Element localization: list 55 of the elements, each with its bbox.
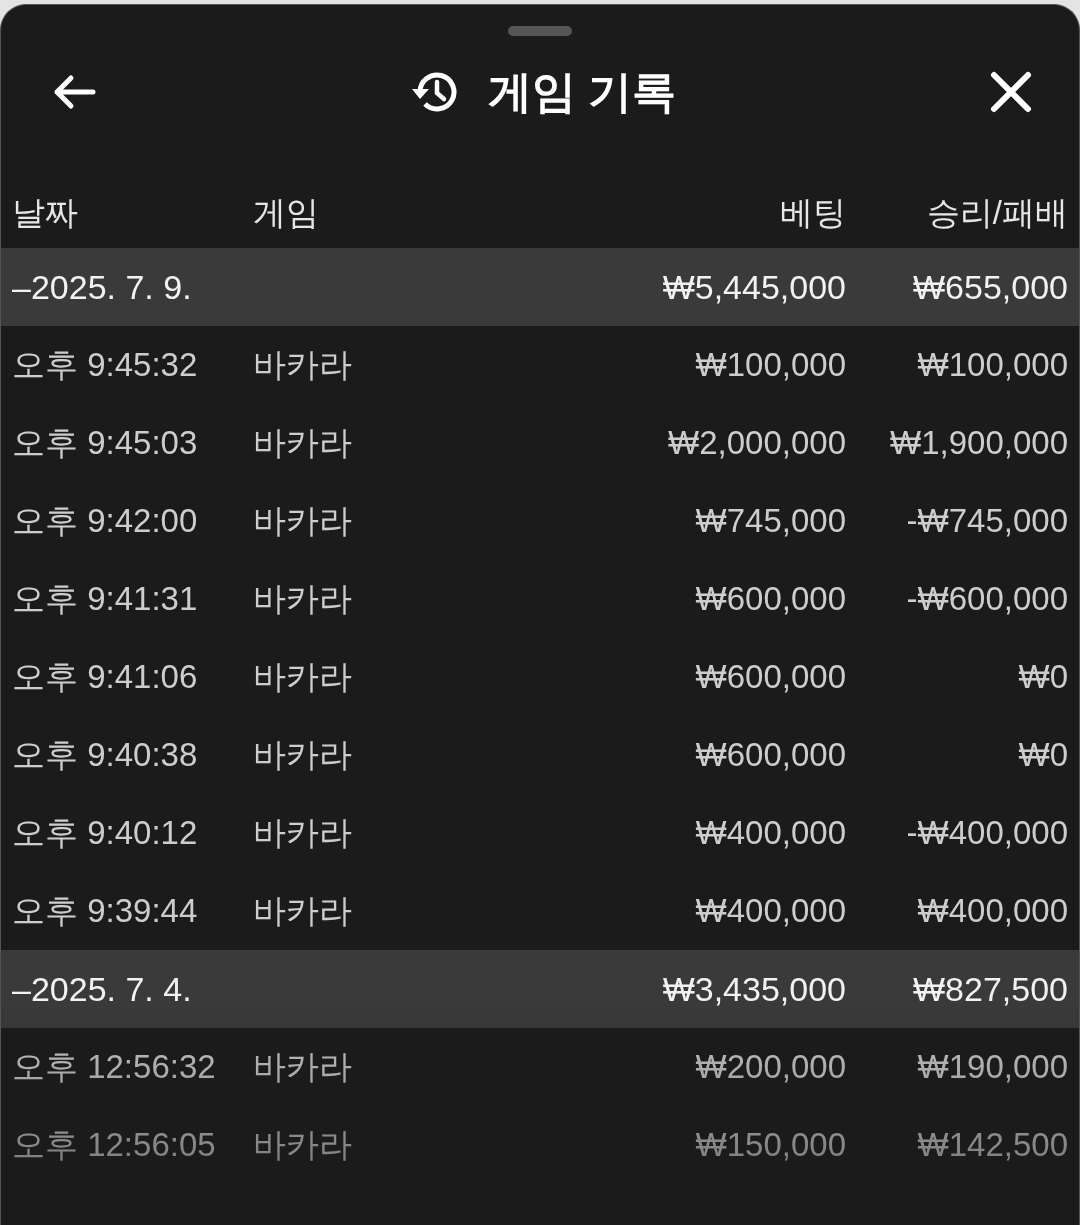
bet-cell-text: ₩745,000 — [694, 502, 846, 540]
bet-cell-text: ₩200,000 — [694, 1048, 846, 1086]
group-result-total: ₩827,500 — [912, 969, 1068, 1009]
bet-cell-text: ₩150,000 — [694, 1126, 846, 1164]
date-group-row[interactable]: –2025. 7. 9. ₩5,445,000 ₩655,000 — [1, 248, 1079, 326]
result-cell-text: ₩400,000 — [916, 892, 1068, 930]
bet-cell-text: ₩600,000 — [694, 736, 846, 774]
date-group-row[interactable]: –2025. 7. 4. ₩3,435,000 ₩827,500 — [1, 950, 1079, 1028]
game-cell-text: 바카라 — [253, 578, 353, 619]
result-cell-text: -₩400,000 — [905, 814, 1068, 852]
result-cell-text: ₩142,500 — [916, 1126, 1068, 1164]
time-cell-text: 오후 12:56:05 — [12, 1124, 217, 1165]
game-cell-text: 바카라 — [253, 656, 353, 697]
time-cell-text: 오후 9:41:31 — [12, 578, 199, 619]
result-cell-text: -₩745,000 — [905, 502, 1068, 540]
game-cell-text: 바카라 — [253, 812, 353, 853]
time-cell-text: 오후 9:40:12 — [12, 812, 199, 853]
result-cell-text: ₩1,900,000 — [889, 424, 1068, 462]
game-cell-text: 바카라 — [253, 890, 353, 931]
time-cell-text: 오후 9:45:03 — [12, 422, 199, 463]
drag-handle[interactable] — [508, 26, 572, 36]
header-title: 게임 기록 — [487, 65, 677, 118]
game-cell-text: 바카라 — [253, 1124, 353, 1165]
result-cell-text: ₩190,000 — [916, 1048, 1068, 1086]
close-icon[interactable] — [989, 70, 1033, 114]
result-cell-text: ₩100,000 — [916, 346, 1068, 384]
group-bet-total: ₩5,445,000 — [661, 267, 846, 307]
time-cell-text: 오후 9:42:00 — [12, 500, 199, 541]
group-bet-total: ₩3,435,000 — [661, 969, 846, 1009]
group-date: –2025. 7. 9. — [12, 267, 193, 307]
game-cell-text: 바카라 — [253, 422, 353, 463]
game-cell-text: 바카라 — [253, 500, 353, 541]
bet-cell-text: ₩2,000,000 — [667, 424, 846, 462]
result-cell-text: ₩0 — [1017, 658, 1068, 696]
time-cell-text: 오후 9:45:32 — [12, 344, 199, 385]
game-cell-text: 바카라 — [253, 734, 353, 775]
bet-cell-text: ₩100,000 — [694, 346, 846, 384]
game-cell-text: 바카라 — [253, 344, 353, 385]
group-date: –2025. 7. 4. — [12, 969, 193, 1009]
result-cell-text: ₩0 — [1017, 736, 1068, 774]
time-cell-text: 오후 12:56:32 — [12, 1046, 217, 1087]
time-cell-text: 오후 9:39:44 — [12, 890, 199, 931]
bet-cell-text: ₩400,000 — [694, 892, 846, 930]
time-cell-text: 오후 9:40:38 — [12, 734, 199, 775]
column-header: 날짜 — [12, 193, 79, 233]
time-cell-text: 오후 9:41:06 — [12, 656, 199, 697]
bet-cell-text: ₩600,000 — [694, 658, 846, 696]
column-header: 베팅 — [779, 193, 846, 233]
bet-cell-text: ₩600,000 — [694, 580, 846, 618]
bet-cell-text: ₩400,000 — [694, 814, 846, 852]
column-header: 게임 — [253, 193, 320, 233]
result-cell-text: -₩600,000 — [905, 580, 1068, 618]
group-result-total: ₩655,000 — [912, 267, 1068, 307]
game-cell-text: 바카라 — [253, 1046, 353, 1087]
column-header: 승리/패배 — [925, 193, 1068, 233]
